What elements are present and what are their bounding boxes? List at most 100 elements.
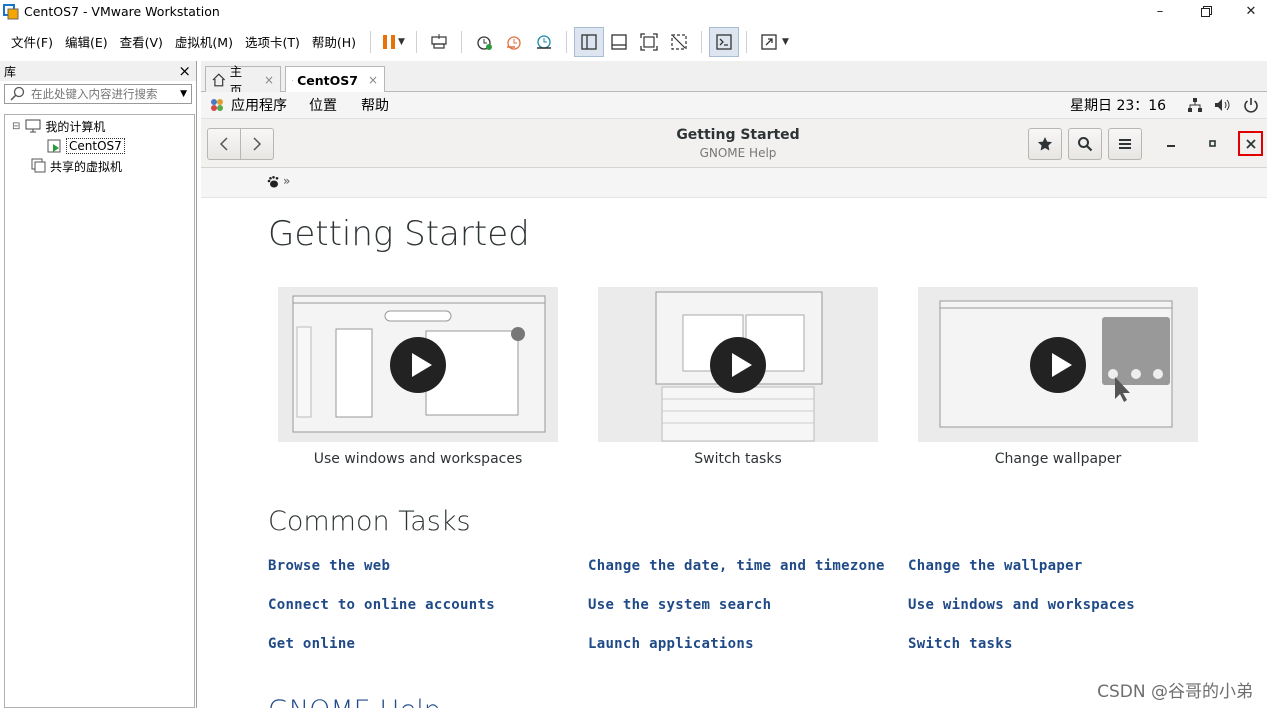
toolbar-separator: [370, 30, 372, 53]
full-screen-button[interactable]: [634, 27, 664, 57]
pause-button[interactable]: [378, 27, 400, 57]
full-screen-icon: [640, 32, 658, 51]
bookmark-button[interactable]: [1028, 128, 1062, 160]
snapshot-icon: [477, 35, 492, 50]
minimize-button[interactable]: –: [1137, 0, 1183, 23]
title-bar: CentOS7 - VMware Workstation – ✕: [0, 0, 1267, 23]
task-link[interactable]: Connect to online accounts: [268, 597, 495, 613]
search-icon: [1078, 137, 1093, 152]
send-ctrl-alt-del-button[interactable]: [424, 27, 454, 57]
computer-icon: [25, 119, 41, 133]
tab-centos7-close-icon[interactable]: ×: [368, 73, 378, 87]
close-window-button[interactable]: ✕: [1228, 0, 1267, 23]
page-heading: Getting Started: [268, 214, 530, 254]
star-icon: [1037, 137, 1053, 151]
applications-icon: [211, 99, 223, 111]
search-dropdown-icon[interactable]: ▼: [180, 89, 187, 99]
vmware-window: CentOS7 - VMware Workstation – ✕ 文件(F) 编…: [0, 0, 1267, 708]
gnome-menu-help[interactable]: 帮助: [361, 95, 389, 115]
menu-button[interactable]: [1108, 128, 1142, 160]
revert-snapshot-button[interactable]: [499, 27, 529, 57]
tree-label-my-computer: 我的计算机: [45, 119, 106, 134]
search-icon: [10, 86, 25, 101]
video-thumbnail-change-wallpaper[interactable]: [918, 287, 1198, 442]
help-close-button[interactable]: [1238, 131, 1263, 156]
show-library-button[interactable]: [573, 26, 604, 57]
task-link[interactable]: Change the date, time and timezone: [588, 558, 885, 574]
task-link[interactable]: Change the wallpaper: [908, 558, 1083, 574]
video-caption-windows-workspaces: Use windows and workspaces: [313, 451, 523, 467]
toolbar-separator: [415, 30, 417, 53]
task-link[interactable]: Launch applications: [588, 636, 754, 652]
console-view-button[interactable]: [708, 26, 739, 57]
menu-file[interactable]: 文件(F): [6, 32, 60, 51]
vm-running-icon: [292, 79, 293, 81]
menu-view[interactable]: 查看(V): [115, 32, 170, 51]
tree-item-my-computer[interactable]: ⊟ 我的计算机: [12, 117, 105, 135]
maximize-button[interactable]: [1183, 0, 1229, 23]
watermark: CSDN @谷哥的小弟: [1097, 682, 1253, 702]
play-button[interactable]: [1030, 337, 1086, 393]
home-icon: [212, 73, 226, 87]
tree-item-shared-vms[interactable]: 共享的虚拟机: [31, 157, 122, 175]
library-title: 库: [4, 64, 17, 79]
menu-vm[interactable]: 虚拟机(M): [170, 32, 240, 51]
vmware-logo-icon: [3, 3, 19, 20]
gnome-foot-icon[interactable]: [267, 176, 279, 188]
network-icon[interactable]: [1187, 97, 1203, 113]
stretch-guest-icon: [761, 33, 777, 50]
shared-vm-icon: [31, 158, 46, 173]
restore-icon: [1200, 6, 1212, 17]
task-link[interactable]: Get online: [268, 636, 355, 652]
tab-home-close-icon[interactable]: ×: [264, 73, 274, 87]
tab-bar: 主页 × CentOS7 ×: [201, 61, 1267, 98]
power-icon[interactable]: [1243, 97, 1259, 113]
menu-edit[interactable]: 编辑(E): [60, 32, 115, 51]
tab-centos7[interactable]: CentOS7 ×: [285, 66, 385, 93]
menu-help[interactable]: 帮助(H): [307, 32, 363, 51]
volume-icon[interactable]: [1214, 97, 1230, 113]
library-view-icon: [581, 33, 597, 50]
task-link[interactable]: Use windows and workspaces: [908, 597, 1135, 613]
task-link[interactable]: Browse the web: [268, 558, 390, 574]
collapse-icon[interactable]: ⊟: [12, 121, 20, 132]
library-header: 库 ×: [0, 61, 196, 81]
tree-label-centos7: CentOS7: [66, 138, 125, 154]
gnome-menu-applications[interactable]: 应用程序: [231, 95, 287, 115]
gnome-clock[interactable]: 星期日 23：16: [1070, 95, 1166, 115]
help-minimize-button[interactable]: [1164, 136, 1178, 150]
task-link[interactable]: Switch tasks: [908, 636, 1013, 652]
send-ctrl-alt-del-icon: [431, 33, 447, 49]
library-search[interactable]: ▼: [4, 84, 192, 104]
play-button[interactable]: [390, 337, 446, 393]
task-link[interactable]: Use the system search: [588, 597, 771, 613]
stretch-guest-button[interactable]: [754, 27, 784, 57]
menu-tabs[interactable]: 选项卡(T): [240, 32, 307, 51]
gnome-menu-places[interactable]: 位置: [309, 95, 337, 115]
play-button[interactable]: [710, 337, 766, 393]
thumbnail-bar-icon: [611, 33, 627, 50]
library-search-input[interactable]: [31, 87, 181, 101]
gnome-help-heading: GNOME Help: [268, 695, 441, 708]
gnome-top-panel: 应用程序 位置 帮助 星期日 23：16: [201, 92, 1267, 119]
library-panel: 库 × ▼ ⊟ 我的计算机 CentOS7 共享的虚拟机: [0, 61, 197, 708]
help-maximize-button[interactable]: [1205, 136, 1219, 150]
video-thumbnail-windows-workspaces[interactable]: [278, 287, 558, 442]
menu-toolbar: 文件(F) 编辑(E) 查看(V) 虚拟机(M) 选项卡(T) 帮助(H) ▼: [0, 23, 1267, 60]
unity-button[interactable]: [664, 27, 694, 57]
common-tasks-heading: Common Tasks: [268, 506, 471, 537]
hamburger-menu-icon: [1119, 139, 1131, 149]
take-snapshot-button[interactable]: [469, 27, 499, 57]
toolbar-separator: [565, 30, 567, 53]
snapshot-manager-button[interactable]: [529, 27, 559, 57]
video-thumbnail-switch-tasks[interactable]: [598, 287, 878, 442]
library-close-button[interactable]: ×: [178, 62, 191, 80]
unity-icon: [671, 33, 687, 50]
close-icon: [1245, 138, 1256, 149]
snapshot-manager-icon: [536, 34, 551, 49]
search-button[interactable]: [1068, 128, 1102, 160]
tree-item-centos7[interactable]: CentOS7: [47, 137, 125, 155]
video-caption-change-wallpaper: Change wallpaper: [994, 451, 1122, 467]
tab-home[interactable]: 主页 ×: [205, 64, 281, 98]
thumbnail-bar-button[interactable]: [604, 27, 634, 57]
